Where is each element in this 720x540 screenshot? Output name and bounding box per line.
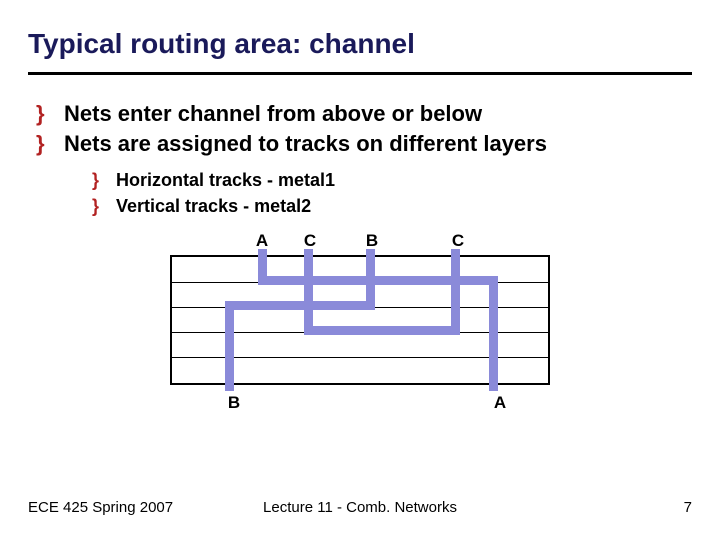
- pin-label-top-a: A: [256, 231, 268, 251]
- wire-net-b-h: [225, 301, 375, 310]
- pin-label-top-c2: C: [452, 231, 464, 251]
- wire-net-c-v2: [451, 249, 460, 335]
- wire-net-a-top: [258, 249, 267, 285]
- subbullet-2: Vertical tracks - metal2: [92, 194, 692, 219]
- wire-net-a-h: [258, 276, 498, 285]
- pin-label-bot-b: B: [228, 393, 240, 413]
- wire-net-a-bot: [489, 276, 498, 391]
- bullet-2-text: Nets are assigned to tracks on different…: [64, 131, 547, 156]
- pin-label-top-b: B: [366, 231, 378, 251]
- footer-left: ECE 425 Spring 2007: [28, 499, 173, 516]
- wire-net-c-h: [304, 326, 460, 335]
- footer-right: 7: [684, 499, 692, 516]
- slide-footer: ECE 425 Spring 2007 Lecture 11 - Comb. N…: [28, 499, 692, 516]
- wire-net-b-bot: [225, 301, 234, 391]
- pin-label-bot-a: A: [494, 393, 506, 413]
- pin-label-top-c1: C: [304, 231, 316, 251]
- title-divider: [28, 72, 692, 75]
- channel-routing-diagram: A C B C B A: [170, 233, 550, 411]
- slide-title: Typical routing area: channel: [28, 28, 692, 60]
- wire-net-b-top: [366, 249, 375, 310]
- bullet-2: Nets are assigned to tracks on different…: [36, 129, 692, 219]
- bullet-1: Nets enter channel from above or below: [36, 99, 692, 129]
- wire-net-c-v1: [304, 249, 313, 335]
- subbullet-1: Horizontal tracks - metal1: [92, 168, 692, 193]
- footer-center: Lecture 11 - Comb. Networks: [263, 499, 457, 516]
